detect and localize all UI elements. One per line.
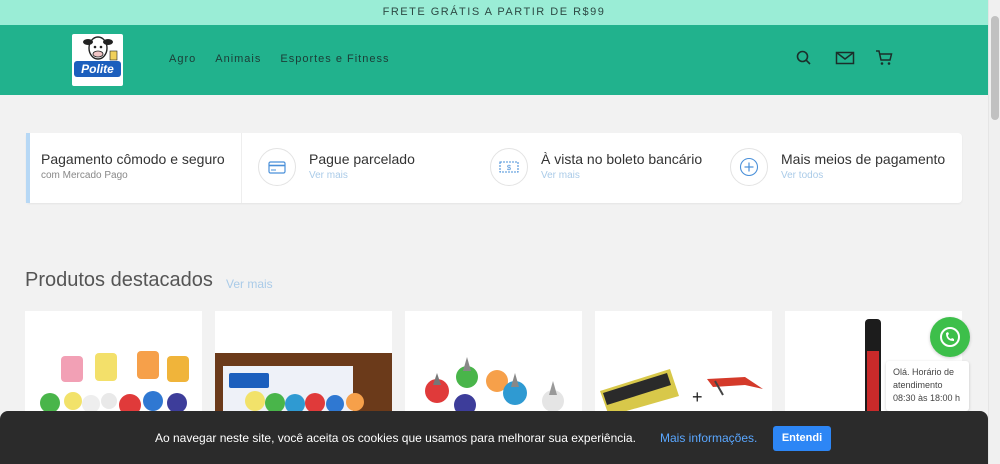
payment-boleto-link[interactable]: Ver mais — [541, 170, 580, 181]
logo-text: Polite — [74, 61, 121, 77]
featured-products-link[interactable]: Ver mais — [226, 277, 273, 291]
whatsapp-line: Olá. Horário de — [893, 367, 955, 377]
cookie-accept-button[interactable]: Entendi — [773, 426, 831, 451]
featured-products-title: Produtos destacados — [25, 269, 213, 291]
mail-icon[interactable] — [835, 49, 855, 67]
payment-installments-title: Pague parcelado — [309, 151, 415, 167]
cookie-banner: Ao navegar neste site, você aceita os co… — [0, 411, 988, 464]
cow-logo-icon — [83, 36, 118, 61]
nav-item-animais[interactable]: Animais — [215, 53, 261, 65]
boleto-icon: $ — [490, 148, 528, 186]
payment-more-title: Mais meios de pagamento — [781, 151, 946, 167]
payment-more-link[interactable]: Ver todos — [781, 170, 823, 181]
search-icon[interactable] — [795, 49, 813, 67]
svg-text:$: $ — [507, 163, 512, 172]
svg-text:+: + — [692, 387, 703, 407]
payment-secure-title: Pagamento cômodo e seguro — [41, 151, 225, 167]
payment-secure-info: Pagamento cômodo e seguro com Mercado Pa… — [26, 133, 242, 203]
header-icons — [795, 49, 893, 67]
scrollbar-thumb[interactable] — [991, 16, 999, 120]
site-header: Polite Agro Animais Esportes e Fitness — [0, 25, 988, 95]
page-scrollbar[interactable] — [988, 0, 1000, 464]
free-shipping-banner: FRETE GRÁTIS A PARTIR DE R$99 — [0, 0, 988, 25]
main-nav: Agro Animais Esportes e Fitness — [169, 53, 389, 65]
cookie-more-info-link[interactable]: Mais informações. — [660, 431, 757, 445]
payment-secure-subtitle: com Mercado Pago — [41, 170, 128, 181]
whatsapp-button[interactable] — [930, 317, 970, 357]
whatsapp-hours-tooltip: Olá. Horário de atendimento 08:30 às 18:… — [886, 361, 969, 411]
whatsapp-icon — [940, 327, 960, 347]
whatsapp-line: atendimento — [893, 380, 943, 390]
payment-info-bar: Pagamento cômodo e seguro com Mercado Pa… — [26, 133, 962, 203]
credit-card-icon — [258, 148, 296, 186]
nav-item-esportes[interactable]: Esportes e Fitness — [280, 53, 389, 65]
cart-icon[interactable] — [875, 49, 893, 67]
payment-boleto-title: À vista no boleto bancário — [541, 151, 703, 167]
plus-circle-icon — [730, 148, 768, 186]
payment-installments-link[interactable]: Ver mais — [309, 170, 348, 181]
whatsapp-line: 08:30 às 18:00 h — [893, 393, 961, 403]
nav-item-agro[interactable]: Agro — [169, 53, 196, 65]
cookie-message: Ao navegar neste site, você aceita os co… — [155, 431, 636, 445]
store-logo[interactable]: Polite — [72, 34, 123, 86]
